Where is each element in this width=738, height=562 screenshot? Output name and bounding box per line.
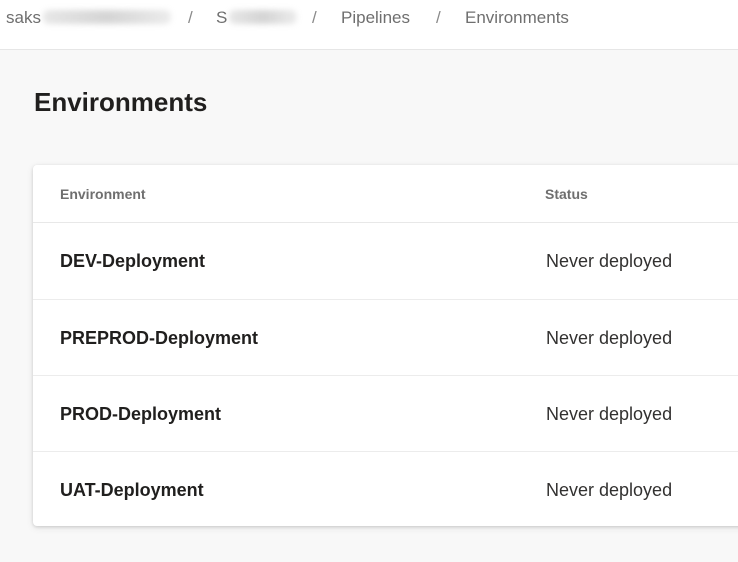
environment-status: Never deployed	[546, 480, 673, 500]
environment-name[interactable]: DEV-Deployment	[60, 251, 205, 272]
environments-table: Environment Status DEV-Deployment Never …	[33, 165, 738, 526]
environment-status: Never deployed	[546, 404, 673, 424]
page-title: Environments	[34, 87, 208, 117]
breadcrumb-separator: /	[188, 8, 193, 27]
breadcrumb-environments[interactable]: Environments	[465, 8, 569, 28]
breadcrumb-separator: /	[312, 8, 317, 27]
environment-name[interactable]: PREPROD-Deployment	[60, 328, 258, 349]
breadcrumb-organization[interactable]: saks	[6, 8, 171, 28]
table-row[interactable]: PROD-Deployment Never deployed	[33, 376, 738, 452]
environment-name[interactable]: UAT-Deployment	[60, 480, 204, 501]
breadcrumb-pipelines[interactable]: Pipelines	[341, 8, 410, 28]
environment-status: Never deployed	[546, 328, 673, 348]
breadcrumb: saks / S / Pipelines / Environments	[0, 0, 738, 50]
environment-status: Never deployed	[546, 251, 673, 271]
environment-name[interactable]: PROD-Deployment	[60, 404, 221, 425]
breadcrumb-separator: /	[436, 8, 441, 27]
column-header-environment[interactable]: Environment	[60, 186, 146, 202]
column-header-status[interactable]: Status	[545, 186, 588, 202]
table-row[interactable]: DEV-Deployment Never deployed	[33, 223, 738, 300]
table-row[interactable]: PREPROD-Deployment Never deployed	[33, 300, 738, 376]
redacted-organization-name	[42, 10, 171, 24]
table-row[interactable]: UAT-Deployment Never deployed	[33, 452, 738, 526]
breadcrumb-project[interactable]: S	[216, 8, 298, 28]
table-header: Environment Status	[33, 165, 738, 223]
redacted-project-name	[229, 10, 298, 24]
